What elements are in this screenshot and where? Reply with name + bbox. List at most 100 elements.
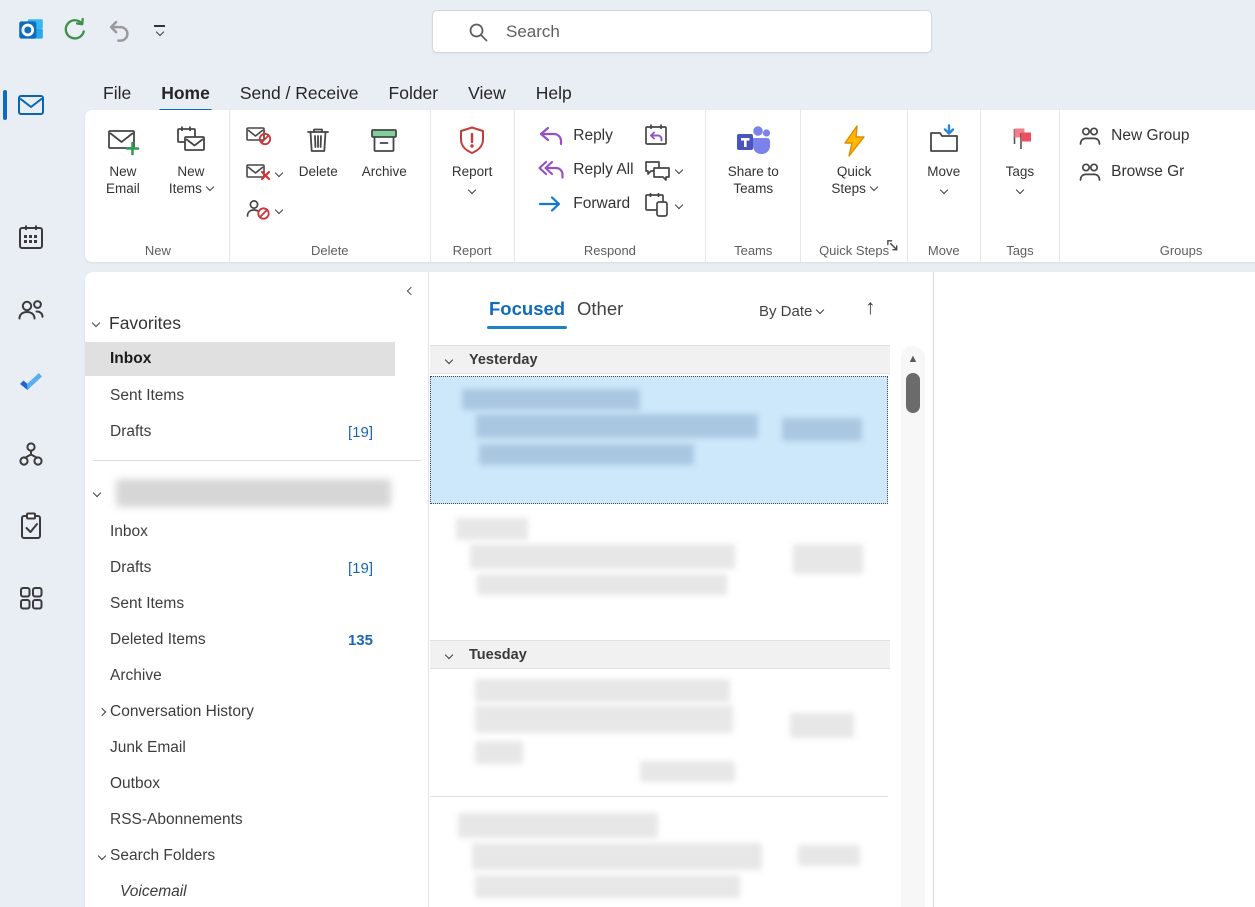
sort-by-dropdown[interactable]: By Date bbox=[759, 303, 823, 320]
ribbon-group-tags: Tags Tags bbox=[981, 110, 1060, 262]
new-group-button[interactable]: New Group bbox=[1078, 122, 1189, 149]
scrollbar[interactable]: ▲ bbox=[901, 346, 925, 907]
browse-groups-button[interactable]: Browse Gr bbox=[1078, 158, 1189, 185]
dialog-launcher-icon[interactable] bbox=[886, 239, 899, 257]
tab-help[interactable]: Help bbox=[521, 79, 587, 108]
reply-button[interactable]: Reply bbox=[538, 122, 633, 149]
new-items-button[interactable]: New Items bbox=[160, 118, 222, 238]
quick-steps-button[interactable]: Quick Steps bbox=[821, 118, 887, 238]
new-items-icon bbox=[174, 124, 208, 158]
todo-icon[interactable] bbox=[16, 367, 46, 397]
calendar-icon[interactable] bbox=[16, 222, 46, 252]
ribbon-group-report: Report Report bbox=[431, 110, 515, 262]
tab-send-receive[interactable]: Send / Receive bbox=[225, 79, 374, 108]
move-icon bbox=[927, 124, 961, 158]
folder-search-folders[interactable]: Search Folders bbox=[85, 839, 421, 873]
share-to-teams-button[interactable]: Share to Teams bbox=[713, 118, 793, 238]
delete-icon bbox=[301, 124, 335, 158]
more-respond-icon bbox=[644, 192, 671, 218]
chevron-down-icon bbox=[445, 355, 453, 363]
archive-button[interactable]: Archive bbox=[354, 118, 414, 238]
unread-count: [19] bbox=[348, 424, 373, 441]
new-email-button[interactable]: New Email bbox=[94, 118, 152, 238]
tab-folder[interactable]: Folder bbox=[374, 79, 454, 108]
folder-junk-email[interactable]: Junk Email bbox=[85, 731, 421, 765]
group-header-yesterday[interactable]: Yesterday bbox=[430, 345, 890, 374]
block-sender-button[interactable] bbox=[245, 196, 282, 223]
clean-up-button[interactable] bbox=[245, 159, 282, 186]
ribbon-group-teams: Share to Teams Teams bbox=[706, 110, 801, 262]
move-button[interactable]: Move bbox=[917, 118, 971, 238]
app-bar bbox=[0, 62, 62, 907]
content-area: Favorites Inbox Sent Items Drafts [19] I… bbox=[85, 272, 1255, 907]
folder-deleted-items[interactable]: Deleted Items 135 bbox=[85, 623, 421, 657]
tab-home[interactable]: Home bbox=[146, 79, 225, 108]
group-header-tuesday[interactable]: Tuesday bbox=[430, 640, 890, 669]
folder-outbox[interactable]: Outbox bbox=[85, 767, 421, 801]
tasks-icon[interactable] bbox=[16, 511, 46, 541]
tab-other[interactable]: Other bbox=[577, 298, 623, 320]
folder-voicemail[interactable]: Voicemail bbox=[85, 875, 421, 907]
email-item[interactable] bbox=[430, 504, 888, 640]
ribbon-tabs: File Home Send / Receive Folder View Hel… bbox=[88, 76, 587, 110]
undo-icon[interactable] bbox=[104, 15, 134, 45]
tags-button[interactable]: Tags bbox=[995, 118, 1045, 238]
folder-favorites-drafts[interactable]: Drafts [19] bbox=[85, 415, 421, 449]
scrollbar-thumb[interactable] bbox=[906, 373, 920, 413]
folder-sent-items[interactable]: Sent Items bbox=[85, 587, 421, 621]
tab-focused[interactable]: Focused bbox=[489, 298, 565, 320]
ignore-icon bbox=[245, 122, 272, 149]
ribbon-group-groups: New Group Browse Gr Groups bbox=[1060, 110, 1255, 262]
email-item[interactable] bbox=[430, 799, 888, 907]
report-button[interactable]: Report bbox=[442, 118, 502, 238]
teams-icon bbox=[734, 124, 772, 158]
chevron-down-icon bbox=[674, 201, 682, 209]
ignore-button[interactable] bbox=[245, 122, 282, 149]
send-receive-sync-icon[interactable] bbox=[60, 15, 90, 45]
reply-icon bbox=[538, 125, 564, 147]
reply-all-button[interactable]: Reply All bbox=[538, 156, 633, 183]
folder-archive[interactable]: Archive bbox=[85, 659, 421, 693]
scroll-up-icon[interactable]: ▲ bbox=[901, 353, 925, 365]
tab-view[interactable]: View bbox=[453, 79, 521, 108]
folder-rss-abonnements[interactable]: RSS-Abonnements bbox=[85, 803, 421, 837]
people-icon[interactable] bbox=[16, 294, 46, 324]
mail-icon[interactable] bbox=[16, 90, 46, 120]
email-item[interactable] bbox=[430, 669, 888, 797]
forward-icon bbox=[538, 193, 564, 215]
collapse-folder-pane-icon[interactable] bbox=[403, 284, 414, 302]
chevron-down-icon bbox=[445, 650, 453, 658]
customize-toolbar-icon[interactable] bbox=[154, 25, 165, 35]
outlook-logo-icon bbox=[16, 15, 46, 45]
folder-favorites-inbox[interactable]: Inbox bbox=[85, 342, 395, 376]
forward-button[interactable]: Forward bbox=[538, 190, 633, 217]
account-header[interactable] bbox=[85, 476, 421, 510]
ribbon: New Email New Items New bbox=[85, 110, 1255, 262]
new-email-icon bbox=[106, 124, 140, 158]
org-chart-icon[interactable] bbox=[16, 439, 46, 469]
apps-icon[interactable] bbox=[16, 583, 46, 613]
tab-file[interactable]: File bbox=[88, 79, 146, 108]
more-respond-button[interactable] bbox=[644, 192, 682, 218]
reply-with-im-button[interactable] bbox=[644, 157, 682, 183]
folder-inbox[interactable]: Inbox bbox=[85, 515, 421, 549]
chevron-down-icon bbox=[674, 166, 682, 174]
search-input[interactable]: Search bbox=[432, 10, 932, 53]
chevron-down-icon bbox=[940, 186, 948, 194]
delete-button[interactable]: Delete bbox=[292, 118, 344, 238]
meeting-reply-icon bbox=[644, 122, 671, 148]
folder-drafts[interactable]: Drafts [19] bbox=[85, 551, 421, 585]
active-module-indicator bbox=[3, 90, 7, 120]
sort-direction-icon[interactable]: ↑ bbox=[865, 296, 876, 320]
ribbon-group-new: New Email New Items New bbox=[87, 110, 230, 262]
im-icon bbox=[644, 158, 671, 182]
folder-conversation-history[interactable]: Conversation History bbox=[85, 695, 421, 729]
favorites-header[interactable]: Favorites bbox=[93, 308, 181, 338]
archive-icon bbox=[367, 124, 401, 158]
chevron-down-icon bbox=[98, 852, 106, 860]
ribbon-group-delete: Delete Archive Delete bbox=[230, 110, 431, 262]
quick-steps-icon bbox=[837, 124, 871, 158]
email-item-selected[interactable] bbox=[430, 376, 888, 504]
folder-favorites-sent-items[interactable]: Sent Items bbox=[85, 379, 421, 413]
meeting-reply-button[interactable] bbox=[644, 122, 682, 148]
